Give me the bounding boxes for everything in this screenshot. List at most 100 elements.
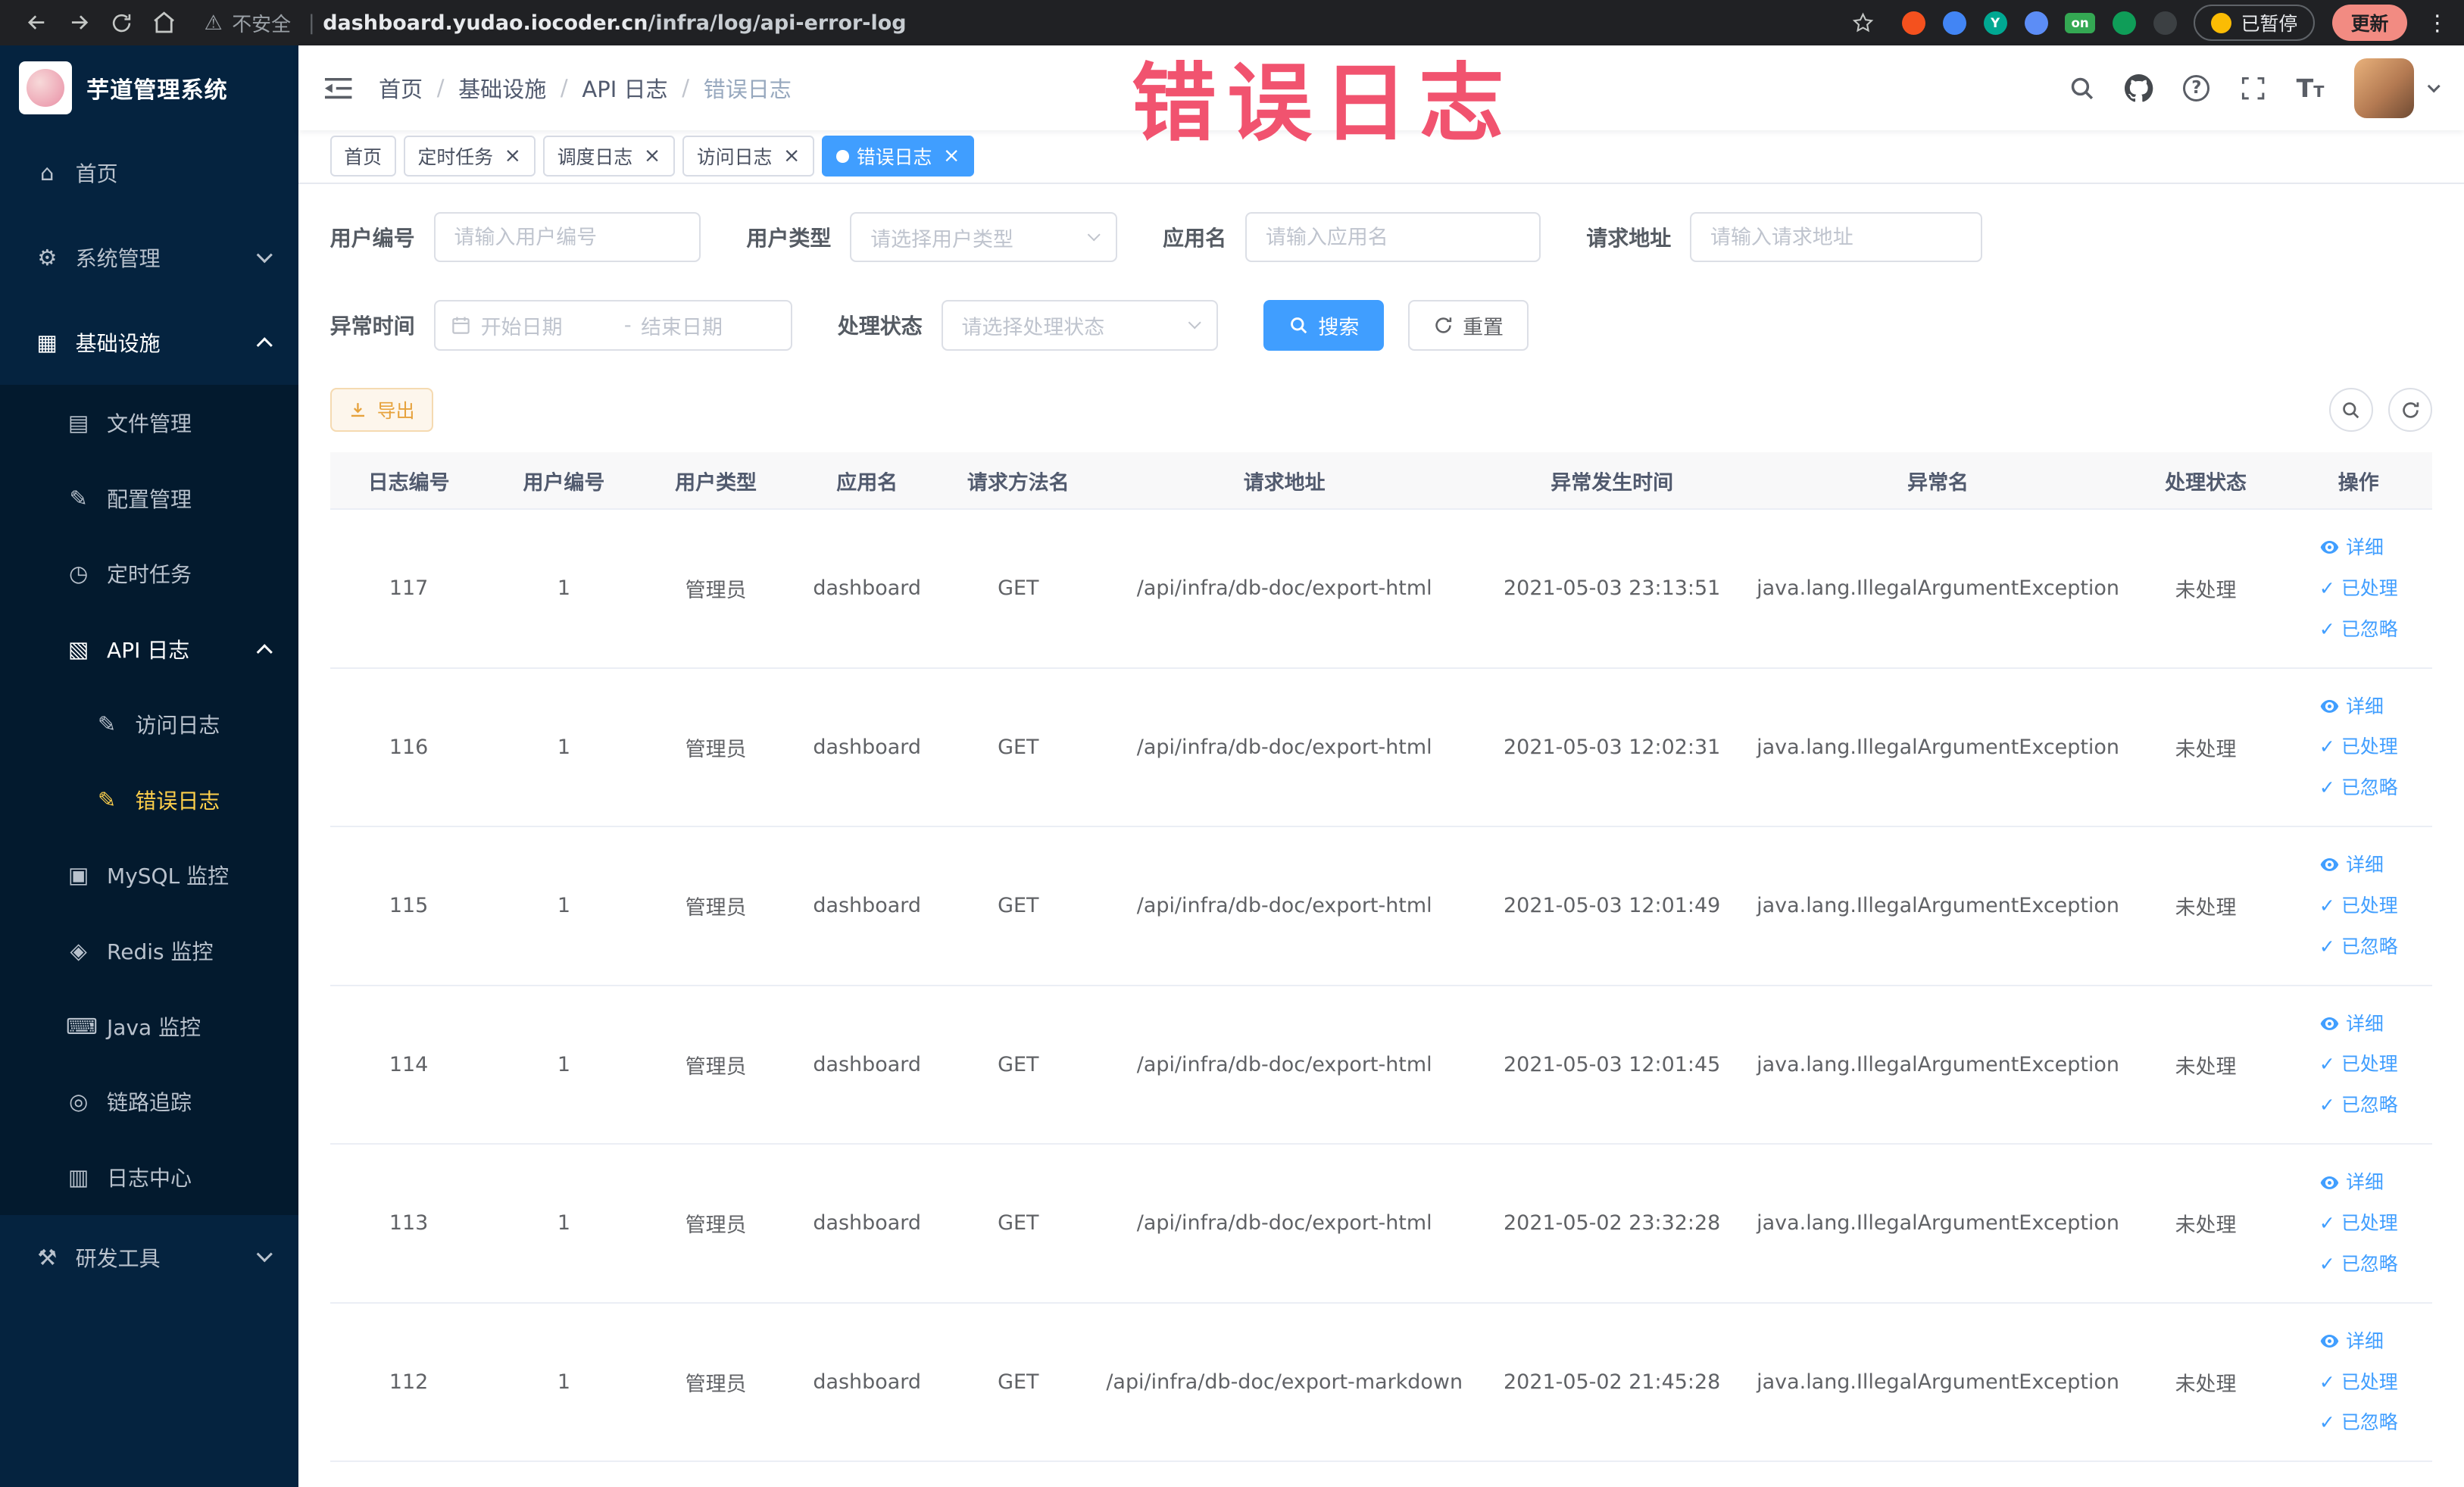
action-detail-link[interactable]: 详细 [2319, 687, 2384, 726]
sidebar-item-system-mgmt[interactable]: ⚙ 系统管理 [0, 215, 298, 300]
request-url-input[interactable] [1690, 212, 1982, 263]
user-avatar[interactable] [2353, 58, 2414, 118]
action-detail-link[interactable]: 详细 [2319, 1004, 2384, 1044]
tab-close-icon[interactable]: × [644, 145, 661, 167]
action-ignored-link[interactable]: ✓ 已忽略 [2319, 1403, 2398, 1442]
reset-button[interactable]: 重置 [1407, 300, 1529, 351]
action-ignored-link[interactable]: ✓ 已忽略 [2319, 768, 2398, 808]
sidebar-item-log-center[interactable]: ▥ 日志中心 [0, 1139, 299, 1215]
profile-paused-chip[interactable]: 已暂停 [2194, 4, 2315, 42]
sidebar-item-home[interactable]: ⌂ 首页 [0, 130, 298, 215]
sidebar-item-api-log[interactable]: ▧ API 日志 [0, 611, 299, 687]
sidebar-item-access-log[interactable]: ✎ 访问日志 [0, 686, 299, 763]
column-header: 操作 [2284, 452, 2433, 511]
tab-close-icon[interactable]: × [943, 145, 960, 167]
user-type-select[interactable]: 请选择用户类型 [850, 212, 1117, 263]
action-processed-link[interactable]: ✓ 已处理 [2319, 1045, 2398, 1084]
table-cell: GET [942, 826, 1095, 986]
bookmark-star-icon[interactable] [1842, 2, 1885, 44]
browser-menu-icon[interactable]: ⋮ [2426, 10, 2448, 36]
sidebar-item-mysql-monitor[interactable]: ▣ MySQL 监控 [0, 837, 299, 914]
sidebar-item-infrastructure[interactable]: ▦ 基础设施 [0, 300, 298, 385]
sidebar-item-redis-monitor[interactable]: ◈ Redis 监控 [0, 913, 299, 989]
extension-icon[interactable] [2024, 11, 2048, 35]
app-logo-row[interactable]: 芋道管理系统 [0, 45, 298, 130]
sidebar-item-error-log[interactable]: ✎ 错误日志 [0, 762, 299, 838]
action-label: 已忽略 [2341, 1411, 2398, 1434]
table-cell: 未处理 [2127, 1302, 2284, 1463]
back-icon[interactable] [16, 2, 58, 44]
font-size-icon[interactable]: TT [2297, 75, 2325, 101]
tab-schedule-log[interactable]: 调度日志 × [543, 136, 675, 177]
extension-icon[interactable] [1942, 11, 1966, 35]
address-bar[interactable]: dashboard.yudao.iocoder.cn /infra/log/ap… [323, 11, 1823, 35]
table-cell-actions: 详细 ✓ 已处理 ✓ 已忽略 [2284, 667, 2433, 828]
profile-avatar-icon [2211, 12, 2232, 33]
extension-icon[interactable]: Y [1983, 11, 2007, 35]
tab-error-log[interactable]: 错误日志 × [822, 136, 975, 177]
avatar-caret-icon[interactable] [2427, 80, 2441, 93]
action-processed-link[interactable]: ✓ 已处理 [2319, 1363, 2398, 1402]
sidebar-item-label: 错误日志 [135, 788, 220, 814]
app-name-input[interactable] [1245, 212, 1541, 263]
action-detail-link[interactable]: 详细 [2319, 528, 2384, 567]
active-tab-dot [835, 150, 849, 163]
help-icon[interactable]: ? [2183, 74, 2210, 102]
search-button[interactable]: 搜索 [1263, 300, 1385, 351]
home-icon[interactable] [143, 2, 186, 44]
extension-on-badge[interactable]: on [2065, 12, 2095, 33]
action-processed-link[interactable]: ✓ 已处理 [2319, 727, 2398, 767]
action-detail-link[interactable]: 详细 [2319, 1322, 2384, 1361]
github-icon[interactable] [2125, 73, 2153, 102]
start-date-placeholder: 开始日期 [480, 315, 563, 339]
action-processed-link[interactable]: ✓ 已处理 [2319, 569, 2398, 608]
sidebar-item-trace[interactable]: ◎ 链路追踪 [0, 1064, 299, 1139]
table-cell: GET [942, 985, 1095, 1145]
export-button[interactable]: 导出 [329, 388, 434, 433]
action-processed-link[interactable]: ✓ 已处理 [2319, 1204, 2398, 1243]
refresh-icon [1433, 315, 1454, 336]
sidebar-item-java-monitor[interactable]: ⌨ Java 监控 [0, 988, 299, 1064]
action-ignored-link[interactable]: ✓ 已忽略 [2319, 1086, 2398, 1125]
tab-close-icon[interactable]: × [783, 145, 801, 167]
extension-icon[interactable] [1901, 11, 1925, 35]
hamburger-icon[interactable] [323, 76, 353, 101]
eye-icon [2319, 1331, 2340, 1351]
table-cell: 1 [487, 985, 641, 1145]
action-detail-link[interactable]: 详细 [2319, 845, 2384, 885]
action-ignored-link[interactable]: ✓ 已忽略 [2319, 1245, 2398, 1284]
sidebar-item-file-mgmt[interactable]: ▤ 文件管理 [0, 385, 299, 461]
search-icon[interactable] [2069, 75, 2095, 102]
reload-icon[interactable] [101, 2, 143, 44]
user-id-input[interactable] [433, 212, 701, 263]
breadcrumb-item[interactable]: 首页 [379, 72, 423, 104]
update-button[interactable]: 更新 [2331, 4, 2408, 42]
sidebar-item-scheduled-tasks[interactable]: ◷ 定时任务 [0, 536, 299, 611]
refresh-table-button[interactable] [2388, 388, 2433, 433]
tab-scheduled-tasks[interactable]: 定时任务 × [403, 136, 536, 177]
sidebar-item-label: Redis 监控 [107, 939, 214, 965]
action-processed-link[interactable]: ✓ 已处理 [2319, 886, 2398, 926]
toggle-search-button[interactable] [2328, 388, 2373, 433]
sidebar-item-config-mgmt[interactable]: ✎ 配置管理 [0, 460, 299, 536]
date-range-picker[interactable]: 开始日期 - 结束日期 [433, 300, 792, 351]
tab-access-log[interactable]: 访问日志 × [682, 136, 815, 177]
fullscreen-icon[interactable] [2240, 75, 2266, 102]
table-cell: dashboard [791, 1302, 943, 1463]
forward-icon[interactable] [58, 2, 101, 44]
action-ignored-link[interactable]: ✓ 已忽略 [2319, 927, 2398, 967]
url-divider: | [308, 11, 315, 35]
sidebar-item-dev-tools[interactable]: ⚒ 研发工具 [0, 1215, 298, 1300]
action-ignored-link[interactable]: ✓ 已忽略 [2319, 610, 2398, 649]
process-status-select[interactable]: 请选择处理状态 [941, 300, 1218, 351]
breadcrumb-item[interactable]: API 日志 [582, 72, 667, 104]
action-detail-link[interactable]: 详细 [2319, 1163, 2384, 1202]
extension-icon[interactable] [2153, 11, 2177, 35]
tab-label: 首页 [344, 146, 382, 169]
tab-close-icon[interactable]: × [504, 145, 522, 167]
table-cell: /api/infra/db-doc/export-html [1094, 985, 1476, 1145]
breadcrumb-item[interactable]: 基础设施 [458, 72, 546, 104]
extension-icon[interactable] [2112, 11, 2136, 35]
security-indicator[interactable]: ⚠ 不安全 | [205, 9, 323, 37]
tab-home[interactable]: 首页 [329, 136, 396, 177]
